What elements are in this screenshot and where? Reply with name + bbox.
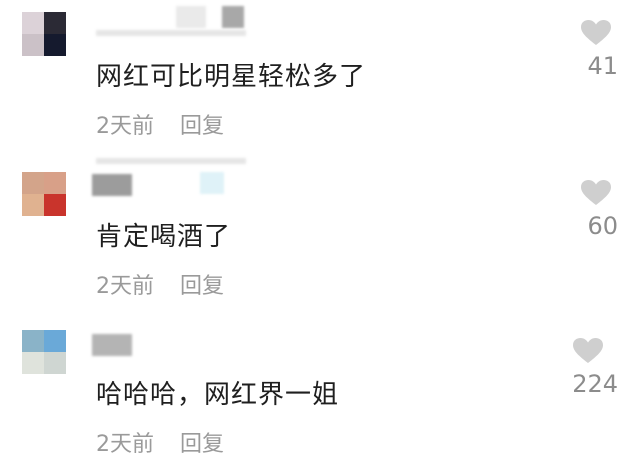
- avatar-pixel: [44, 34, 66, 56]
- blurred-username: [92, 174, 132, 196]
- like-button[interactable]: 224: [558, 338, 618, 398]
- avatar-pixel: [44, 352, 66, 374]
- heart-icon: [581, 180, 611, 205]
- blurred-username: [222, 6, 244, 28]
- avatar-pixel: [22, 12, 44, 34]
- avatar[interactable]: [22, 12, 66, 56]
- blurred-username: [96, 30, 246, 36]
- comment-section: { "comments": [ { "text": "网红可比明星轻松多了", …: [0, 0, 640, 468]
- avatar-pixel: [22, 194, 44, 216]
- like-count: 60: [587, 212, 618, 240]
- comment-item: 哈哈哈，网红界一姐 2天前 回复 224: [0, 318, 640, 474]
- reply-button[interactable]: 回复: [180, 274, 224, 299]
- comment-meta: 2天前 回复: [96, 426, 224, 458]
- like-button[interactable]: 41: [574, 20, 618, 80]
- comment-time: 2天前: [96, 274, 154, 299]
- avatar-pixel: [22, 172, 44, 194]
- blurred-username: [92, 334, 132, 356]
- like-count: 41: [587, 52, 618, 80]
- avatar-pixel: [44, 194, 66, 216]
- comment-text: 网红可比明星轻松多了: [96, 62, 367, 92]
- blurred-username: [176, 6, 206, 28]
- reply-button[interactable]: 回复: [180, 432, 224, 457]
- blurred-username: [200, 172, 224, 194]
- comment-item: 肯定喝酒了 2天前 回复 60: [0, 158, 640, 316]
- comment-text: 肯定喝酒了: [96, 222, 232, 252]
- avatar-pixel: [22, 352, 44, 374]
- like-button[interactable]: 60: [574, 180, 618, 240]
- heart-icon: [581, 20, 611, 45]
- comment-meta: 2天前 回复: [96, 268, 224, 300]
- avatar-pixel: [44, 172, 66, 194]
- comment-meta: 2天前 回复: [96, 108, 224, 140]
- comment-time: 2天前: [96, 114, 154, 139]
- heart-icon: [573, 338, 603, 363]
- comment-time: 2天前: [96, 432, 154, 457]
- comment-item: 网红可比明星轻松多了 2天前 回复 41: [0, 0, 640, 156]
- avatar[interactable]: [22, 330, 66, 374]
- blurred-username: [96, 158, 246, 164]
- avatar-pixel: [44, 330, 66, 352]
- avatar-pixel: [22, 330, 44, 352]
- avatar-pixel: [22, 34, 44, 56]
- avatar-pixel: [44, 12, 66, 34]
- comment-text: 哈哈哈，网红界一姐: [96, 380, 340, 410]
- reply-button[interactable]: 回复: [180, 114, 224, 139]
- like-count: 224: [572, 370, 618, 398]
- avatar[interactable]: [22, 172, 66, 216]
